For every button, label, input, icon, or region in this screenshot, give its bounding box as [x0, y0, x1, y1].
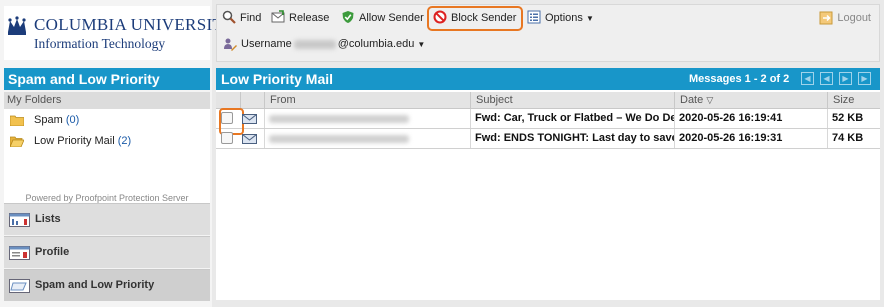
folder-list: Spam (0) Low Priority Mail (2) Powered b…	[4, 109, 210, 203]
username-domain: @columbia.edu	[337, 38, 415, 50]
nav-item-profile[interactable]: Profile	[4, 236, 210, 268]
allow-sender-button[interactable]: Allow Sender	[341, 9, 424, 27]
prev-page-icon[interactable]: ◀	[820, 72, 833, 85]
logout-button[interactable]: Logout	[819, 9, 871, 27]
folder-item-low-priority[interactable]: Low Priority Mail (2)	[10, 132, 131, 150]
folder-name: Low Priority Mail	[34, 135, 115, 147]
block-sender-highlight	[427, 6, 523, 31]
from-blurred	[269, 135, 409, 143]
user-edit-icon	[224, 38, 237, 52]
find-label: Find	[240, 12, 262, 24]
username-label: Username	[241, 38, 292, 50]
folder-open-icon	[10, 136, 24, 147]
table-row[interactable]: Fwd: ENDS TONIGHT: Last day to save 2020…	[216, 129, 880, 149]
folder-count: (0)	[65, 114, 80, 126]
message-checkbox[interactable]	[221, 132, 233, 144]
allow-sender-label: Allow Sender	[359, 12, 424, 24]
from-cell	[264, 109, 470, 128]
username-menu[interactable]: Username @columbia.edu ▼	[223, 35, 425, 53]
options-label: Options	[545, 12, 583, 24]
folder-count: (2)	[117, 135, 132, 147]
column-header-icon	[240, 92, 264, 108]
spam-folder-icon	[9, 279, 30, 293]
profile-icon	[9, 246, 30, 260]
shield-check-icon	[342, 11, 354, 24]
envelope-icon	[242, 134, 257, 144]
size-cell: 74 KB	[827, 129, 880, 148]
date-cell: 2020-05-26 16:19:41	[674, 109, 827, 128]
release-button[interactable]: Release	[271, 9, 329, 27]
chevron-down-icon: ▼	[585, 14, 594, 23]
logout-icon	[819, 11, 833, 25]
chevron-down-icon: ▼	[417, 40, 426, 49]
nav-item-spam-low-priority[interactable]: Spam and Low Priority	[4, 269, 210, 301]
nav-label: Lists	[35, 213, 61, 225]
date-cell: 2020-05-26 16:19:31	[674, 129, 827, 148]
powered-by-text: Powered by Proofpoint Protection Server	[25, 193, 189, 203]
column-header-date[interactable]: Date ▽	[674, 92, 827, 108]
my-folders-header: My Folders	[4, 92, 210, 109]
size-cell: 52 KB	[827, 109, 880, 128]
last-page-icon[interactable]: ▶	[858, 72, 871, 85]
next-page-icon[interactable]: ▶	[839, 72, 852, 85]
mail-header: Low Priority Mail Messages 1 - 2 of 2 ◀ …	[216, 68, 880, 90]
release-mail-icon	[271, 10, 285, 23]
logout-label: Logout	[837, 12, 871, 24]
envelope-icon	[242, 114, 257, 124]
first-page-icon[interactable]: ◀	[801, 72, 814, 85]
messages-count: Messages 1 - 2 of 2	[689, 73, 790, 85]
left-panel: COLUMBIA UNIVERSITY Information Technolo…	[0, 0, 235, 307]
from-blurred	[269, 115, 409, 123]
folder-item-spam[interactable]: Spam (0)	[10, 111, 79, 129]
columbia-logo[interactable]: COLUMBIA UNIVERSITY Information Technolo…	[4, 6, 235, 60]
find-button[interactable]: Find	[222, 9, 261, 27]
left-panel-title: Spam and Low Priority	[4, 68, 210, 90]
lists-icon	[9, 213, 30, 227]
crown-icon	[8, 16, 26, 35]
options-menu[interactable]: Options ▼	[527, 9, 594, 27]
column-header-from[interactable]: From	[264, 92, 470, 108]
table-row[interactable]: Fwd: Car, Truck or Flatbed – We Do De 20…	[216, 108, 880, 135]
folder-name: Spam	[34, 114, 63, 126]
table-header: From Subject Date ▽ Size	[216, 92, 880, 109]
logo-university-name: COLUMBIA UNIVERSITY	[34, 15, 236, 34]
column-header-size[interactable]: Size	[827, 92, 880, 108]
release-label: Release	[289, 12, 330, 24]
sort-desc-icon: ▽	[706, 95, 714, 105]
folder-closed-icon	[10, 115, 24, 126]
from-cell	[264, 129, 470, 148]
username-blurred	[293, 39, 336, 49]
logo-department-name: Information Technology	[34, 36, 166, 51]
nav-item-lists[interactable]: Lists	[4, 203, 210, 235]
column-header-subject[interactable]: Subject	[470, 92, 674, 108]
options-list-icon	[527, 10, 541, 24]
mail-folder-title: Low Priority Mail	[221, 71, 334, 87]
subject-cell: Fwd: ENDS TONIGHT: Last day to save	[470, 129, 674, 148]
nav-label: Profile	[35, 246, 70, 258]
subject-cell: Fwd: Car, Truck or Flatbed – We Do De	[470, 109, 674, 128]
toolbar: Find Release Allow Sender Block Sender O…	[216, 4, 880, 62]
message-checkbox[interactable]	[219, 108, 244, 135]
nav-label: Spam and Low Priority	[35, 279, 155, 291]
mail-panel: Low Priority Mail Messages 1 - 2 of 2 ◀ …	[216, 68, 880, 300]
magnifier-icon	[222, 10, 236, 24]
